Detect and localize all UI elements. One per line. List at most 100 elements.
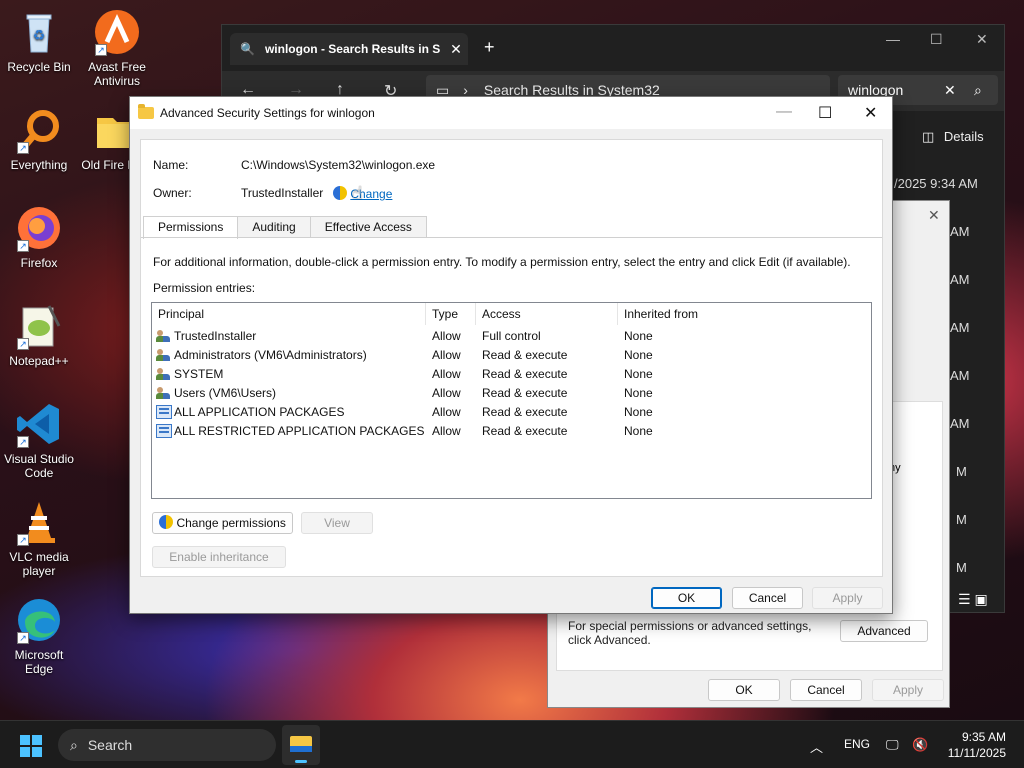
new-tab-button[interactable]: + — [484, 37, 495, 58]
package-icon — [156, 424, 172, 438]
desktop-icon-recycle-bin[interactable]: ♻ Recycle Bin — [0, 8, 78, 74]
network-icon[interactable]: 🖵 — [886, 737, 899, 753]
language-indicator[interactable]: ENG — [844, 737, 870, 751]
chevron-up-icon[interactable]: ︿ — [810, 737, 823, 756]
properties-cancel-button[interactable]: Cancel — [790, 679, 862, 701]
table-row[interactable]: SYSTEM Allow Read & execute None — [152, 365, 871, 384]
explorer-tab[interactable]: 🔍 winlogon - Search Results in S ✕ — [230, 33, 468, 65]
desktop-icon-avast[interactable]: ↗ Avast Free Antivirus — [78, 8, 156, 88]
principal-text: ALL APPLICATION PACKAGES — [174, 405, 345, 419]
search-icon[interactable]: ⌕ — [974, 82, 998, 99]
maximize-button[interactable]: ☐ — [930, 31, 943, 48]
table-row[interactable]: Users (VM6\Users) Allow Read & execute None — [152, 384, 871, 403]
inherited-cell: None — [624, 386, 653, 400]
desktop-icon-label: Notepad++ — [9, 354, 69, 368]
principal-cell: ALL RESTRICTED APPLICATION PACKAGES — [156, 422, 425, 441]
access-cell: Read & execute — [482, 367, 568, 381]
minimize-button[interactable]: — — [886, 31, 900, 47]
taskbar-file-explorer[interactable] — [282, 725, 320, 765]
advanced-button[interactable]: Advanced — [840, 620, 928, 642]
view-toggle-icons[interactable]: ☰ ▣ — [958, 591, 988, 608]
details-pane-button[interactable]: ◫ Details — [922, 129, 984, 145]
table-row[interactable]: Administrators (VM6\Administrators) Allow… — [152, 346, 871, 365]
desktop-icon-label: Recycle Bin — [7, 60, 71, 74]
info-text: For additional information, double-click… — [153, 255, 851, 269]
close-tab-icon[interactable]: ✕ — [444, 41, 468, 58]
type-cell: Allow — [432, 405, 461, 419]
properties-apply-button[interactable]: Apply — [872, 679, 944, 701]
folder-icon — [138, 104, 154, 119]
column-access[interactable]: Access — [476, 303, 618, 325]
change-permissions-label: Change permissions — [176, 516, 286, 530]
tab-auditing[interactable]: Auditing — [237, 216, 311, 238]
table-row[interactable]: TrustedInstaller Allow Full control None — [152, 327, 871, 346]
maximize-button[interactable]: ☐ — [818, 103, 832, 123]
inherited-cell: None — [624, 348, 653, 362]
shortcut-arrow-icon: ↗ — [95, 44, 107, 56]
owner-label: Owner: — [153, 186, 192, 200]
ok-button[interactable]: OK — [651, 587, 722, 609]
windows-start-icon[interactable] — [20, 735, 42, 757]
close-icon[interactable]: ✕ — [928, 207, 940, 224]
file-explorer-icon — [290, 736, 312, 752]
principal-cell: SYSTEM — [156, 365, 223, 384]
dialog-body: Name: C:\Windows\System32\winlogon.exe O… — [140, 139, 883, 577]
desktop-icon-everything[interactable]: ↗ Everything — [0, 106, 78, 172]
tab-permissions[interactable]: Permissions — [143, 216, 239, 239]
apply-button[interactable]: Apply — [812, 587, 883, 609]
system-clock[interactable]: 9:35 AM 11/11/2025 — [940, 729, 1006, 761]
properties-ok-button[interactable]: OK — [708, 679, 780, 701]
desktop-icon-vscode[interactable]: ↗ Visual Studio Code — [0, 400, 78, 480]
enable-inheritance-button[interactable]: Enable inheritance — [152, 546, 286, 568]
type-cell: Allow — [432, 367, 461, 381]
close-button[interactable]: ✕ — [976, 31, 988, 48]
desktop-icon-label: Visual Studio Code — [4, 452, 74, 480]
date-cell: M — [956, 512, 967, 527]
special-permissions-text: For special permissions or advanced sett… — [568, 619, 812, 647]
svg-text:♻: ♻ — [33, 27, 46, 43]
type-cell: Allow — [432, 424, 461, 438]
desktop-icon-label: Microsoft Edge — [14, 648, 64, 676]
users-icon — [156, 386, 172, 400]
desktop-icon-label: VLC media player — [9, 550, 69, 578]
table-row[interactable]: ALL APPLICATION PACKAGES Allow Read & exec… — [152, 403, 871, 422]
taskbar-search-box[interactable]: ⌕ Search — [58, 729, 276, 761]
view-button[interactable]: View — [301, 512, 373, 534]
name-value: C:\Windows\System32\winlogon.exe — [241, 158, 436, 172]
principal-cell: Users (VM6\Users) — [156, 384, 276, 403]
users-icon — [156, 329, 172, 343]
cancel-button[interactable]: Cancel — [732, 587, 803, 609]
desktop-icon-firefox[interactable]: ↗ Firefox — [0, 204, 78, 270]
name-label: Name: — [153, 158, 189, 172]
date-cell: AM — [950, 272, 970, 287]
users-icon — [156, 367, 172, 381]
desktop-icon-notepad-plus-plus[interactable]: ↗ Notepad++ — [0, 302, 78, 368]
principal-text: Administrators (VM6\Administrators) — [174, 348, 367, 362]
table-row[interactable]: ALL RESTRICTED APPLICATION PACKAGES Allow… — [152, 422, 871, 441]
access-cell: Read & execute — [482, 348, 568, 362]
shortcut-arrow-icon: ↗ — [17, 632, 29, 644]
search-icon: 🔍 — [240, 42, 255, 56]
details-label: Details — [943, 129, 984, 144]
principal-cell: ALL APPLICATION PACKAGES — [156, 403, 345, 422]
minimize-button[interactable]: — — [776, 103, 792, 121]
close-button[interactable]: ✕ — [864, 103, 877, 123]
date-cell: AM — [950, 320, 970, 335]
column-inherited-from[interactable]: Inherited from — [618, 303, 872, 325]
column-principal[interactable]: Principal — [152, 303, 426, 325]
desktop-icon-edge[interactable]: ↗ Microsoft Edge — [0, 596, 78, 676]
users-icon — [156, 348, 172, 362]
owner-value: TrustedInstaller — [241, 186, 324, 200]
tab-effective-access[interactable]: Effective Access — [309, 216, 427, 238]
column-type[interactable]: Type — [426, 303, 476, 325]
principal-text: SYSTEM — [174, 367, 224, 381]
desktop-icon-vlc[interactable]: ↗ VLC media player — [0, 498, 78, 578]
clear-search-icon[interactable]: ✕ — [944, 82, 974, 99]
inherited-cell: None — [624, 424, 653, 438]
change-permissions-button[interactable]: Change permissions — [152, 512, 293, 534]
taskbar-search-placeholder: Search — [87, 737, 133, 753]
taskbar: ⌕ Search ︿ ENG 🖵 🔇 9:35 AM 11/11/2025 — [0, 720, 1024, 768]
permission-entries-list[interactable]: Principal Type Access Inherited from Tru… — [151, 302, 872, 499]
volume-muted-icon[interactable]: 🔇 — [912, 737, 928, 753]
notepad-plus-plus-icon: ↗ — [15, 302, 63, 350]
